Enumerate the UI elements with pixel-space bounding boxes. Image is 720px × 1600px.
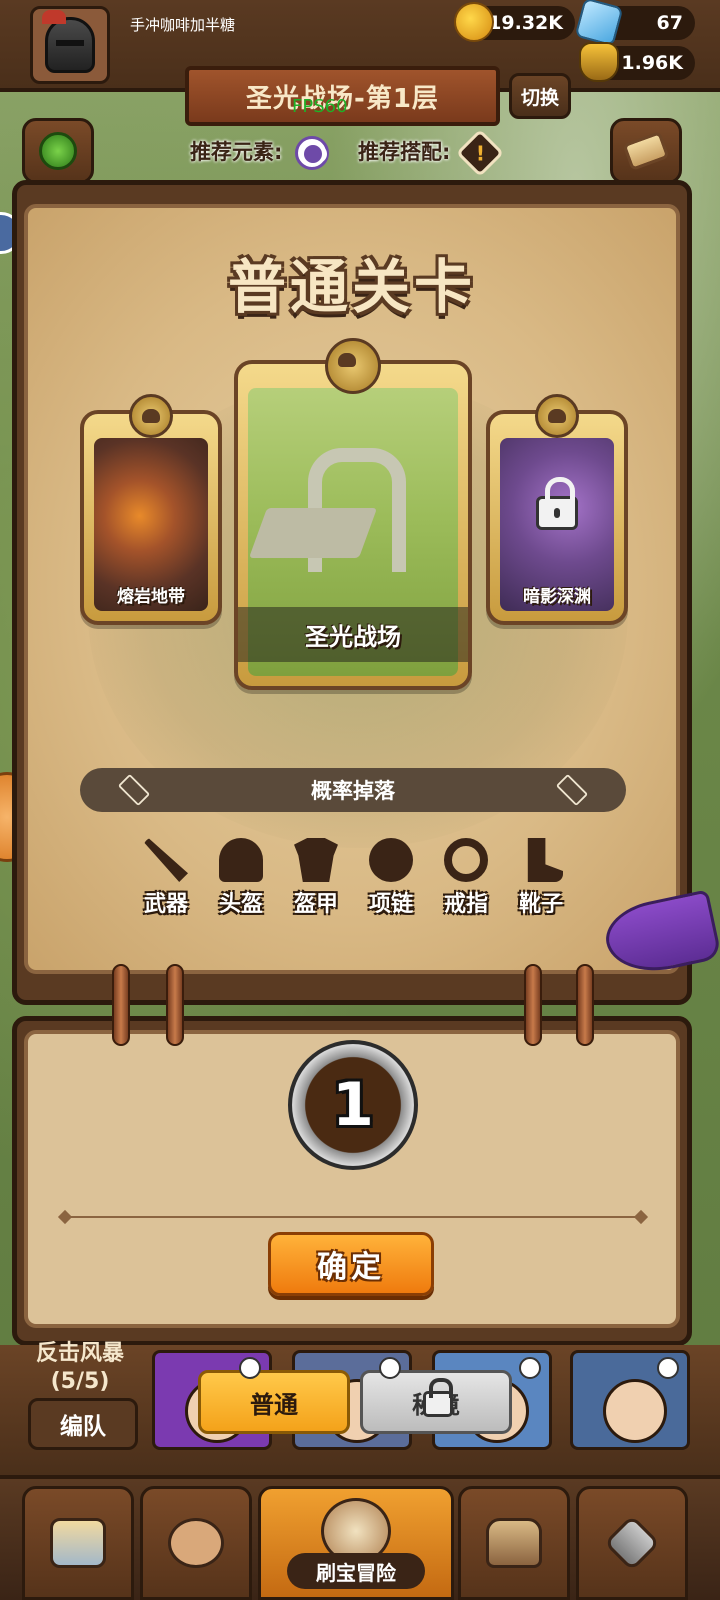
element-icon [519, 1357, 541, 1379]
knight-helmet-icon [42, 10, 95, 73]
demon-skull-icon [129, 394, 173, 438]
gold-counter[interactable]: 119.32K [454, 2, 575, 42]
recommend-element-label: 推荐元素: [190, 140, 283, 164]
diamond-deco-icon [117, 773, 151, 807]
panel-title: 普通关卡 [227, 253, 476, 321]
hammer-icon [603, 1514, 661, 1572]
scroll-button[interactable] [610, 118, 682, 184]
drop-item-label: 靴子 [518, 892, 563, 917]
team-label: 反击风暴 (5/5) [30, 1340, 130, 1396]
drop-label: 概率掉落 [311, 779, 395, 803]
hero-slot[interactable] [570, 1350, 690, 1450]
sword-icon [144, 838, 188, 882]
drop-item-helmet[interactable]: 头盔 [211, 838, 271, 918]
element-icon [379, 1357, 401, 1379]
binder-ring [166, 964, 184, 1046]
nav-shop[interactable] [22, 1486, 134, 1600]
level-card-label: 熔岩地带 [117, 587, 185, 607]
element-icon [657, 1357, 679, 1379]
nav-forge[interactable] [576, 1486, 688, 1600]
shop-icon [50, 1518, 106, 1568]
drop-bar: 概率掉落 [80, 768, 626, 812]
scroll-icon [622, 131, 670, 171]
drop-item-label: 盔甲 [293, 892, 338, 917]
drop-item-label: 戒指 [443, 892, 488, 917]
level-card-lava[interactable]: 熔岩地带 [80, 394, 222, 625]
team-name: 反击风暴 [35, 1341, 124, 1366]
drop-item-necklace[interactable]: 项链 [361, 838, 421, 918]
potion-value: 1.96K [621, 52, 683, 74]
player-name: 手冲咖啡加半糖 [130, 16, 236, 34]
floor-number: 1 [332, 1070, 374, 1140]
drop-item-label: 项链 [368, 892, 413, 917]
clover-icon [39, 132, 77, 170]
fps-counter: FPS60 [292, 96, 348, 117]
binder-ring [576, 964, 594, 1046]
demon-skull-icon [535, 394, 579, 438]
switch-button[interactable]: 切换 [509, 73, 571, 119]
lock-icon [423, 1378, 453, 1417]
drop-item-armor[interactable]: 盔甲 [286, 838, 346, 918]
divider [64, 1216, 642, 1218]
recommend-match-label: 推荐搭配: [358, 140, 451, 164]
nav-adventure-label: 刷宝冒险 [287, 1553, 425, 1589]
nav-adventure[interactable]: 刷宝冒险 [258, 1486, 454, 1600]
nav-hero[interactable] [140, 1486, 252, 1600]
armor-icon [294, 838, 338, 882]
level-card-label: 暗影深渊 [523, 587, 591, 607]
gem-counter[interactable]: 67 [574, 0, 695, 47]
drop-item-weapon[interactable]: 武器 [136, 838, 196, 918]
level-card-label: 圣光战场 [238, 607, 468, 662]
level-card-shadow[interactable]: 暗影深渊 [486, 394, 628, 625]
binder-ring [524, 964, 542, 1046]
backpack-icon [486, 1518, 542, 1568]
lock-icon [536, 477, 578, 530]
drop-item-label: 武器 [143, 892, 188, 917]
boot-icon [527, 838, 563, 882]
gem-value: 67 [656, 12, 683, 34]
floor-number-badge: 1 [288, 1040, 418, 1170]
drop-item-label: 头盔 [218, 892, 263, 917]
drop-item-ring[interactable]: 戒指 [436, 838, 496, 918]
confirm-button[interactable]: 确定 [268, 1232, 434, 1296]
necklace-icon [369, 838, 413, 882]
ring-icon [444, 838, 488, 882]
drop-item-boots[interactable]: 靴子 [511, 838, 571, 918]
level-card-holy[interactable]: 圣光战场 [234, 338, 472, 690]
demon-skull-icon [325, 338, 381, 394]
player-avatar[interactable] [30, 6, 110, 84]
nav-bag[interactable] [458, 1486, 570, 1600]
formation-button[interactable]: 编队 [28, 1398, 138, 1450]
hero-portrait-icon [168, 1518, 224, 1568]
helmet-icon [219, 838, 263, 882]
potion-jar-icon [579, 42, 619, 82]
clover-button[interactable] [22, 118, 94, 184]
element-icon [239, 1357, 261, 1379]
diamond-deco-icon [555, 773, 589, 807]
potion-counter[interactable]: 1.96K [579, 42, 695, 82]
moon-element-icon[interactable] [295, 136, 329, 170]
mode-normal-button[interactable]: 普通 [198, 1370, 350, 1434]
team-count: (5/5) [50, 1369, 110, 1394]
mode-secret-button[interactable]: 秘境 [360, 1370, 512, 1434]
gold-coin-icon [454, 2, 494, 42]
binder-ring [112, 964, 130, 1046]
